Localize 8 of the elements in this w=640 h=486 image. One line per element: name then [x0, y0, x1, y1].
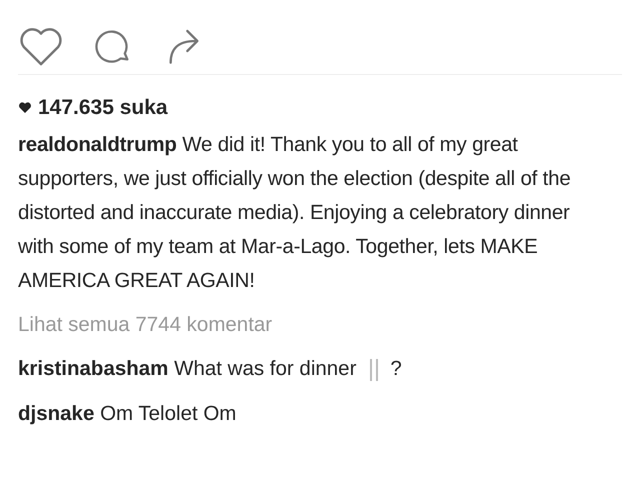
likes-count: 147.635 suka — [38, 95, 168, 121]
heart-icon[interactable] — [18, 26, 64, 66]
comment-text: ? — [390, 356, 402, 382]
comment-text: kristinabasham What was for dinner — [18, 356, 356, 382]
comment-text: djsnake Om Telolet Om — [18, 401, 236, 427]
heart-icon — [18, 101, 32, 114]
post-caption: realdonaldtrump We did it! Thank you to all of my great supporters, we just officially won the election (despite all of the distorted and inaccurate media). Enjoying a celebratory dinner with some of my team at Mar-a-Lago. Together, lets MAKE AMERICA GREAT AGAIN! — [18, 132, 572, 294]
view-all-comments-link[interactable]: Lihat semua 7744 komentar — [18, 310, 622, 340]
